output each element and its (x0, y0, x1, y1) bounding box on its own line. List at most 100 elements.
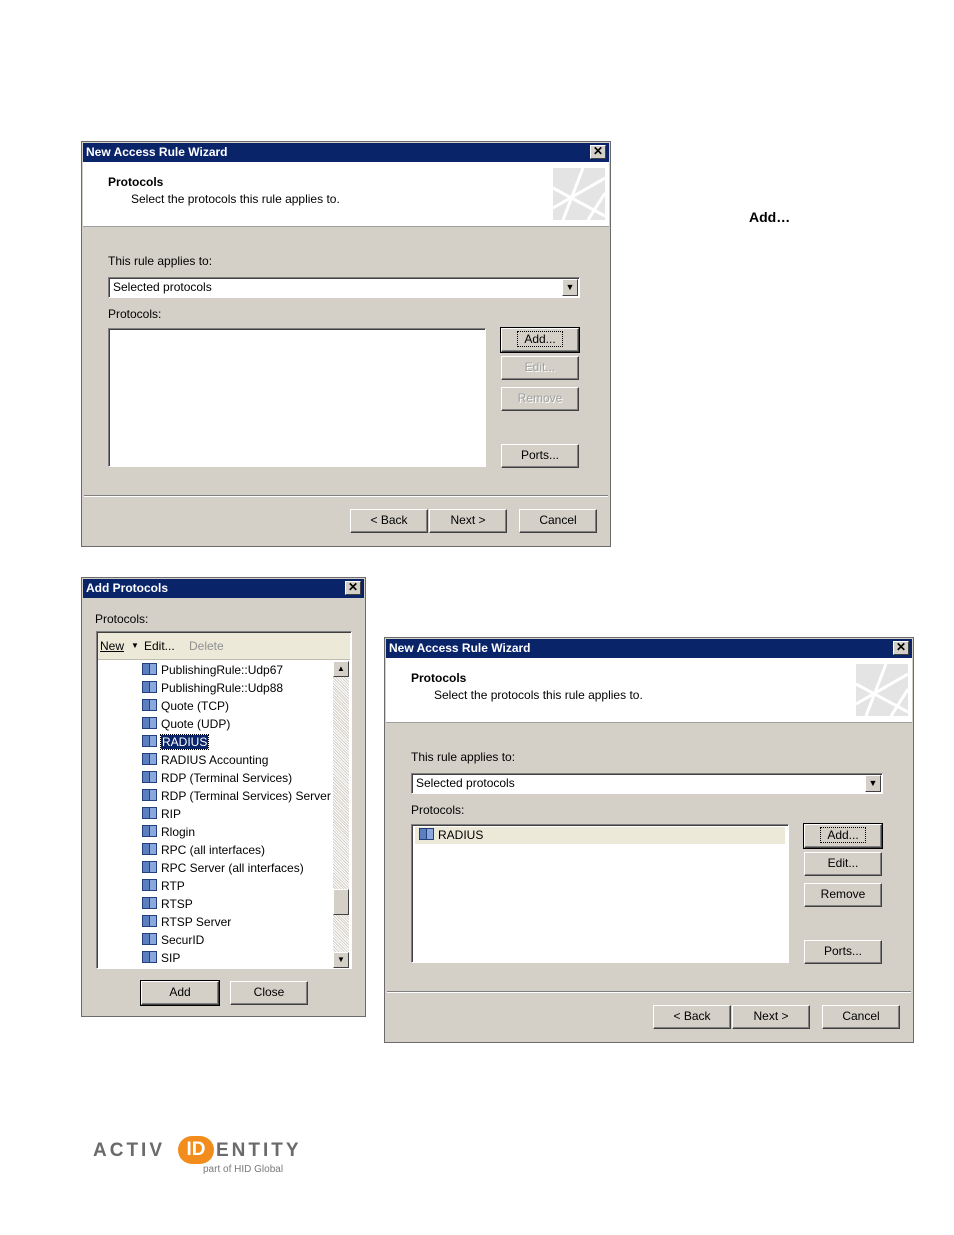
wizard-2-ports-button[interactable]: Ports... (804, 940, 882, 964)
add-protocols-titlebar: Add Protocols ✕ (83, 579, 364, 598)
protocol-icon (141, 806, 157, 820)
wizard-2-applies-select[interactable]: Selected protocols ▼ (411, 773, 883, 794)
wizard-banner-icon (553, 168, 605, 220)
list-item[interactable]: PublishingRule::Udp88 (141, 679, 283, 697)
chevron-down-icon[interactable]: ▼ (131, 633, 139, 659)
wizard-1-cancel-button[interactable]: Cancel (519, 509, 597, 533)
toolbar-edit-button[interactable]: Edit... (144, 633, 175, 659)
wizard-1-ports-button[interactable]: Ports... (501, 444, 579, 468)
wizard-1-protocols-label: Protocols: (108, 307, 162, 321)
list-item[interactable]: RTP (141, 877, 185, 895)
list-item[interactable]: RDP (Terminal Services) Server (141, 787, 331, 805)
wizard-1-titlebar: New Access Rule Wizard ✕ (83, 143, 609, 162)
wizard-2-header-subtitle: Select the protocols this rule applies t… (434, 688, 643, 702)
protocol-icon (141, 752, 157, 766)
protocol-icon (141, 950, 157, 964)
protocol-icon (418, 827, 434, 841)
logo-prefix: ACTIV (93, 1140, 165, 1161)
wizard-2-separator (387, 991, 911, 993)
wizard-2-edit-button[interactable]: Edit... (804, 852, 882, 876)
list-item[interactable]: Quote (UDP) (141, 715, 230, 733)
protocol-icon (141, 842, 157, 856)
protocol-icon (141, 932, 157, 946)
wizard-1-title: New Access Rule Wizard (86, 145, 228, 159)
add-protocols-scrollbar[interactable]: ▲ ▼ (333, 661, 349, 968)
list-item[interactable]: RTSP (141, 895, 193, 913)
protocol-icon (141, 734, 157, 748)
list-item[interactable]: RTSP Server (141, 913, 231, 931)
wizard-1-back-button[interactable]: < Back (350, 509, 428, 533)
close-icon[interactable]: ✕ (893, 641, 909, 655)
list-item-selected[interactable]: RADIUS (141, 733, 210, 751)
wizard-1-add-button[interactable]: Add... (500, 327, 580, 353)
wizard-1-separator (84, 495, 608, 497)
add-protocols-add-button[interactable]: Add (140, 980, 220, 1006)
wizard-2-applies-value: Selected protocols (416, 776, 515, 790)
scroll-up-icon[interactable]: ▲ (333, 661, 349, 677)
add-protocols-window: Add Protocols ✕ Protocols: New ▼ Edit...… (81, 577, 366, 1017)
protocol-icon (141, 914, 157, 928)
wizard-window-1: New Access Rule Wizard ✕ Protocols Selec… (81, 141, 611, 547)
wizard-2-titlebar: New Access Rule Wizard ✕ (386, 639, 912, 658)
wizard-1-add-label: Add... (517, 331, 563, 347)
wizard-banner-icon (856, 664, 908, 716)
wizard-1-remove-button[interactable]: Remove (501, 387, 579, 411)
list-item[interactable]: RPC Server (all interfaces) (141, 859, 304, 877)
wizard-1-edit-button[interactable]: Edit... (501, 356, 579, 380)
wizard-1-applies-select[interactable]: Selected protocols ▼ (108, 277, 580, 298)
wizard-2-cancel-button[interactable]: Cancel (822, 1005, 900, 1029)
wizard-window-2: New Access Rule Wizard ✕ Protocols Selec… (384, 637, 914, 1043)
wizard-2-back-button[interactable]: < Back (653, 1005, 731, 1029)
protocol-icon (141, 716, 157, 730)
protocol-icon (141, 824, 157, 838)
close-icon[interactable]: ✕ (590, 145, 606, 159)
chevron-down-icon[interactable]: ▼ (865, 775, 881, 792)
list-item[interactable]: SIP (141, 949, 180, 967)
wizard-2-applies-label: This rule applies to: (411, 750, 516, 764)
wizard-1-protocols-list[interactable] (108, 328, 486, 467)
close-icon[interactable]: ✕ (345, 581, 361, 595)
list-item[interactable]: RADIUS (415, 827, 785, 844)
wizard-2-protocols-list[interactable]: RADIUS (411, 824, 789, 963)
chevron-down-icon[interactable]: ▼ (562, 279, 578, 296)
protocol-icon (141, 788, 157, 802)
wizard-1-next-button[interactable]: Next > (429, 509, 507, 533)
wizard-1-header-subtitle: Select the protocols this rule applies t… (131, 192, 340, 206)
add-protocols-close-button[interactable]: Close (230, 981, 308, 1005)
add-protocols-tree[interactable]: New ▼ Edit... Delete PublishingRule::Udp… (96, 631, 352, 969)
wizard-2-next-button[interactable]: Next > (732, 1005, 810, 1029)
wizard-1-applies-label: This rule applies to: (108, 254, 213, 268)
protocol-icon (141, 878, 157, 892)
list-item[interactable]: Quote (TCP) (141, 697, 229, 715)
protocol-icon (141, 662, 157, 676)
wizard-2-protocols-label: Protocols: (411, 803, 465, 817)
toolbar-delete-button[interactable]: Delete (189, 633, 224, 659)
wizard-2-add-button[interactable]: Add... (803, 823, 883, 849)
scroll-thumb[interactable] (333, 889, 349, 915)
list-item[interactable]: RPC (all interfaces) (141, 841, 265, 859)
toolbar-new-button[interactable]: New (100, 633, 124, 659)
list-item[interactable]: RIP (141, 805, 181, 823)
add-protocols-toolbar: New ▼ Edit... Delete (98, 633, 350, 660)
protocol-icon (141, 860, 157, 874)
list-item[interactable]: Rlogin (141, 823, 195, 841)
protocol-icon (141, 770, 157, 784)
list-item[interactable]: RDP (Terminal Services) (141, 769, 292, 787)
add-protocols-title: Add Protocols (86, 581, 169, 595)
wizard-1-applies-value: Selected protocols (113, 280, 212, 294)
wizard-2-header-title: Protocols (411, 671, 467, 685)
logo-badge: ID (178, 1136, 214, 1164)
wizard-2-remove-button[interactable]: Remove (804, 883, 882, 907)
scroll-down-icon[interactable]: ▼ (333, 952, 349, 968)
side-note-add: Add… (749, 209, 791, 225)
logo-tagline: part of HID Global (203, 1164, 284, 1175)
list-item[interactable]: RADIUS Accounting (141, 751, 268, 769)
list-item[interactable]: PublishingRule::Udp67 (141, 661, 283, 679)
protocol-icon (141, 896, 157, 910)
wizard-2-title: New Access Rule Wizard (389, 641, 531, 655)
wizard-2-add-label: Add... (820, 827, 866, 843)
actividentity-logo: ACTIV ID ENTITY part of HID Global (93, 1136, 303, 1176)
wizard-1-header-title: Protocols (108, 175, 164, 189)
add-protocols-label: Protocols: (95, 612, 149, 626)
list-item[interactable]: SecurID (141, 931, 204, 949)
